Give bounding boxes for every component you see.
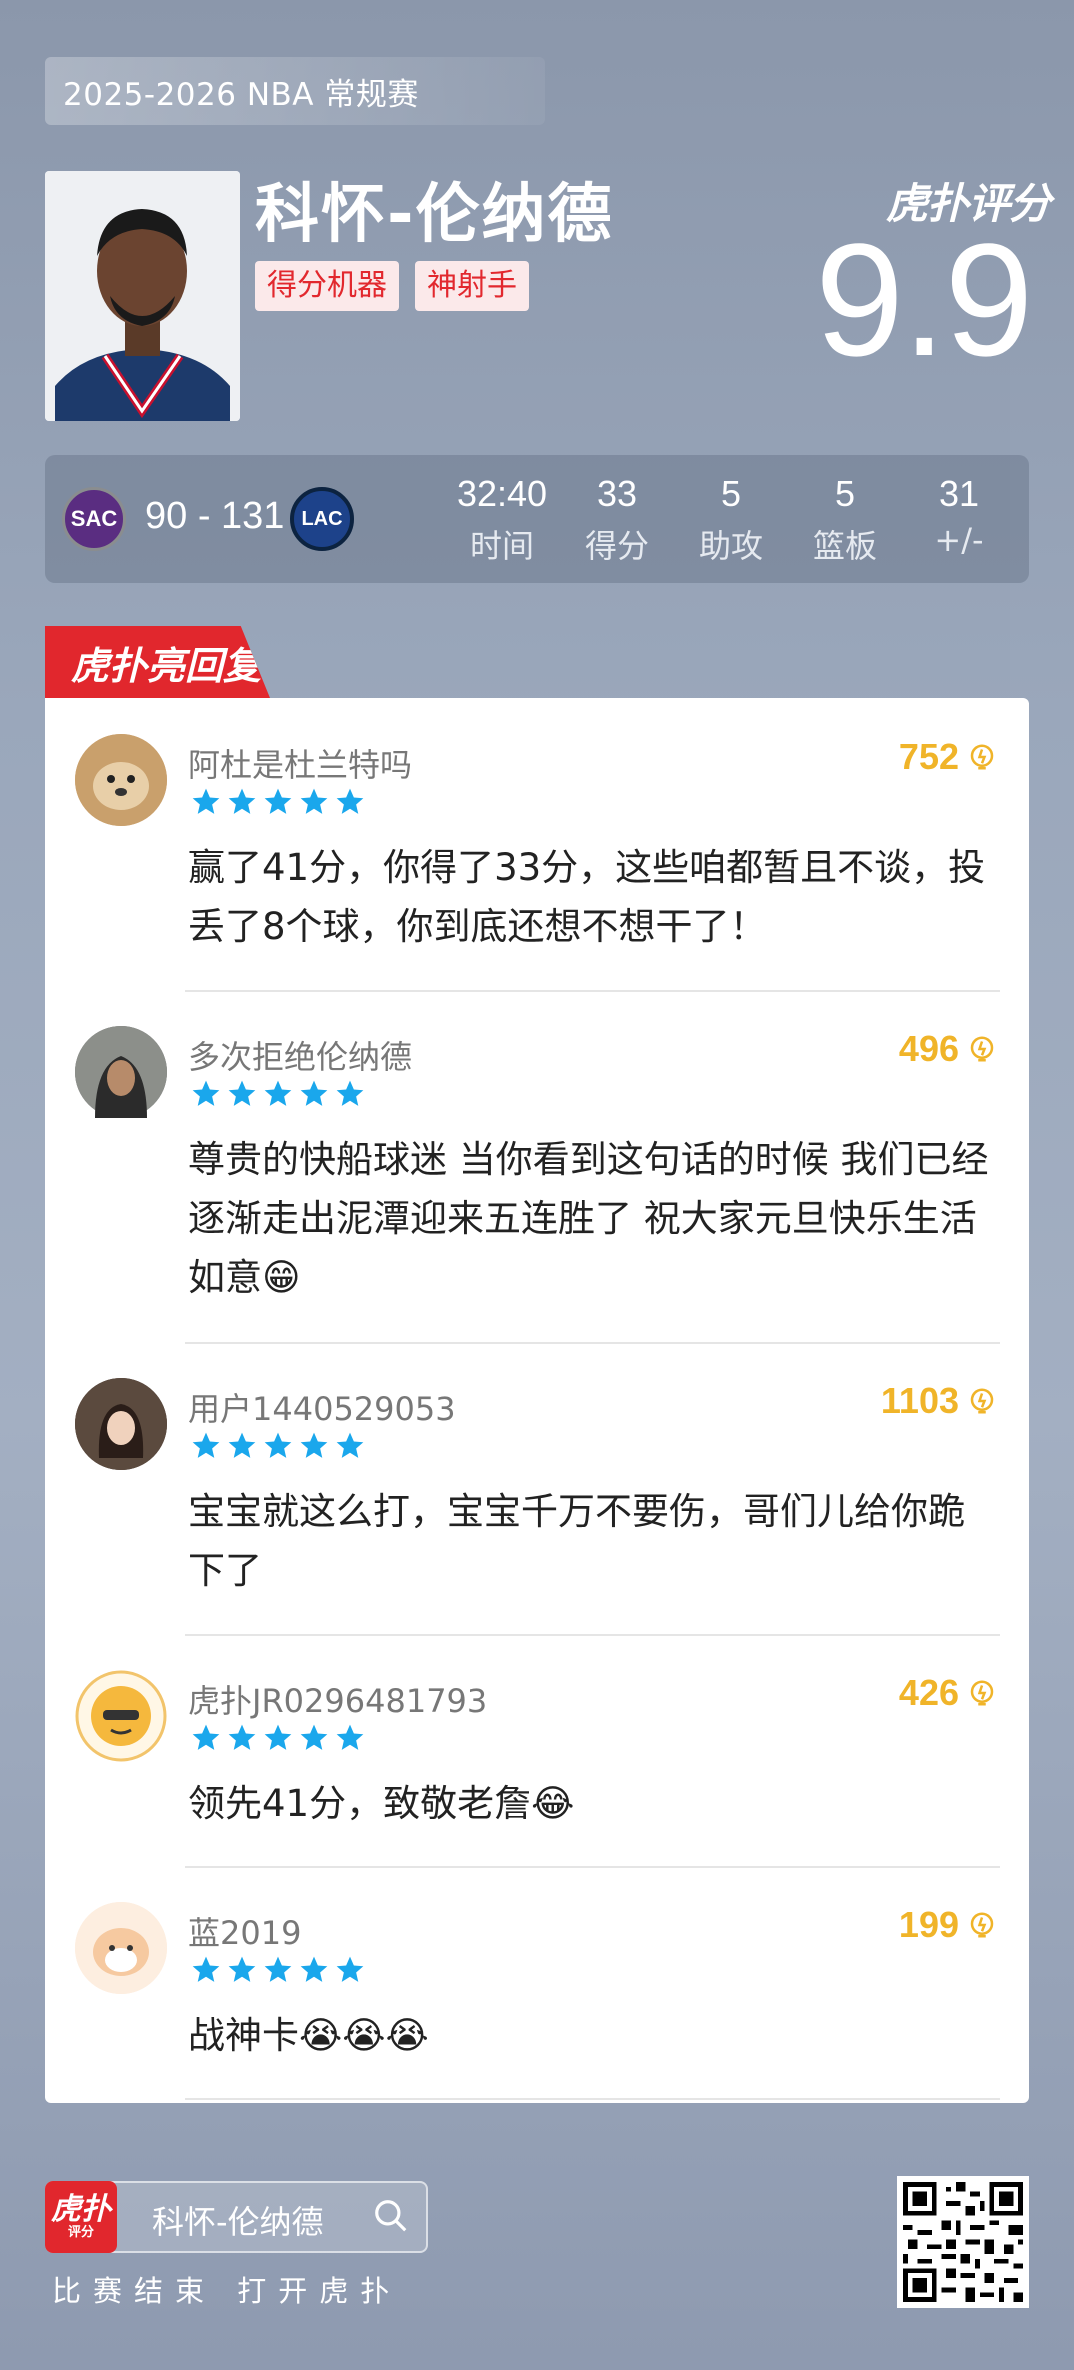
divider — [185, 990, 1000, 992]
comment-username[interactable]: 阿杜是杜兰特吗 — [188, 740, 412, 786]
lightbulb-icon — [970, 1036, 994, 1062]
star-icon — [336, 1080, 364, 1106]
user-avatar[interactable] — [75, 1378, 167, 1470]
star-icon — [192, 1956, 220, 1982]
star-icon — [300, 1956, 328, 1982]
star-icon — [192, 1080, 220, 1106]
comment-text: 领先41分，致敬老詹😂 — [188, 1782, 575, 1825]
qr-code — [897, 2176, 1029, 2308]
lightbulb-icon — [970, 1680, 994, 1706]
lightbulb-icon — [970, 1388, 994, 1414]
search-text: 科怀-伦纳德 — [152, 2203, 324, 2241]
player-tag: 神射手 — [415, 261, 529, 311]
divider — [185, 1634, 1000, 1636]
star-icon — [228, 1956, 256, 1982]
star-icon — [228, 1080, 256, 1106]
star-icon — [300, 788, 328, 814]
star-icon — [264, 1080, 292, 1106]
like-count[interactable]: 752 — [899, 736, 997, 778]
player-photo — [45, 171, 240, 421]
player-tag: 得分机器 — [255, 261, 399, 311]
star-icon — [300, 1432, 328, 1458]
stat-points: 33 得分 — [584, 473, 649, 565]
hupu-app-logo: 虎扑 评分 — [45, 2181, 117, 2253]
stat-rebounds: 5 篮板 — [812, 473, 877, 565]
star-icon — [228, 1724, 256, 1750]
comment-text: 赢了41分，你得了33分，这些咱都暂且不谈，投丢了8个球，你到底还想不想干了！ — [188, 846, 986, 948]
stat-time: 32:40 时间 — [456, 473, 548, 565]
game-score: 90 - 131 — [145, 495, 285, 537]
comment-text: 战神卡😭😭😭 — [188, 2014, 429, 2057]
star-icon — [336, 1956, 364, 1982]
comment-username[interactable]: 蓝2019 — [188, 1908, 301, 1954]
open-app-hint: 比赛结束 打开虎扑 — [52, 2274, 402, 2308]
app-search-bar[interactable]: 虎扑 评分 科怀-伦纳德 — [45, 2181, 428, 2253]
star-icon — [228, 788, 256, 814]
divider — [185, 2098, 1000, 2100]
star-icon — [192, 1724, 220, 1750]
lightbulb-icon — [970, 744, 994, 770]
comment-text: 宝宝就这么打，宝宝千万不要伤，哥们儿给你跪下了 — [188, 1490, 965, 1592]
highlights-tab[interactable]: 虎扑亮回复 — [45, 626, 270, 698]
comment-username[interactable]: 多次拒绝伦纳德 — [188, 1032, 412, 1078]
like-count[interactable]: 1103 — [881, 1380, 997, 1422]
user-avatar[interactable] — [75, 1670, 167, 1762]
star-icon — [264, 1432, 292, 1458]
team-logo-lac: LAC — [290, 487, 354, 551]
user-avatar[interactable] — [75, 1902, 167, 1994]
star-rating — [190, 1954, 366, 1986]
like-count[interactable]: 199 — [899, 1904, 997, 1946]
star-icon — [228, 1432, 256, 1458]
stat-assists: 5 助攻 — [698, 473, 763, 565]
divider — [185, 1866, 1000, 1868]
team-logo-sac: SAC — [62, 487, 126, 551]
user-avatar[interactable] — [75, 1026, 167, 1118]
game-stats-bar: SAC 90 - 131 LAC 32:40 时间 33 得分 5 助攻 5 篮… — [45, 455, 1029, 583]
comments-list: 阿杜是杜兰特吗 752 赢了41分，你得了33分，这些咱都暂且不谈，投丢了8个球… — [45, 698, 1029, 2103]
star-icon — [192, 1432, 220, 1458]
star-icon — [264, 788, 292, 814]
star-icon — [336, 1432, 364, 1458]
star-icon — [300, 1724, 328, 1750]
comment-username[interactable]: 用户1440529053 — [188, 1384, 456, 1430]
like-count[interactable]: 426 — [899, 1672, 997, 1714]
divider — [185, 1342, 1000, 1344]
star-rating — [190, 786, 366, 818]
like-count[interactable]: 496 — [899, 1028, 997, 1070]
star-icon — [336, 788, 364, 814]
lightbulb-icon — [970, 1912, 994, 1938]
star-icon — [300, 1080, 328, 1106]
star-icon — [264, 1956, 292, 1982]
search-icon[interactable] — [372, 2197, 410, 2239]
player-name: 科怀-伦纳德 — [255, 178, 614, 252]
star-rating — [190, 1722, 366, 1754]
star-icon — [336, 1724, 364, 1750]
comment-text: 尊贵的快船球迷 当你看到这句话的时候 我们已经逐渐走出泥潭迎来五连胜了 祝大家元… — [188, 1138, 989, 1299]
season-label: 2025-2026 NBA 常规赛 — [45, 57, 545, 125]
comment-username[interactable]: 虎扑JR0296481793 — [188, 1676, 487, 1722]
star-icon — [264, 1724, 292, 1750]
stat-plus-minus: 31 +/- — [934, 473, 984, 559]
user-avatar[interactable] — [75, 734, 167, 826]
rating-score: 9.9 — [815, 210, 1033, 389]
star-rating — [190, 1430, 366, 1462]
star-icon — [192, 788, 220, 814]
star-rating — [190, 1078, 366, 1110]
player-tags: 得分机器 神射手 — [255, 261, 529, 311]
